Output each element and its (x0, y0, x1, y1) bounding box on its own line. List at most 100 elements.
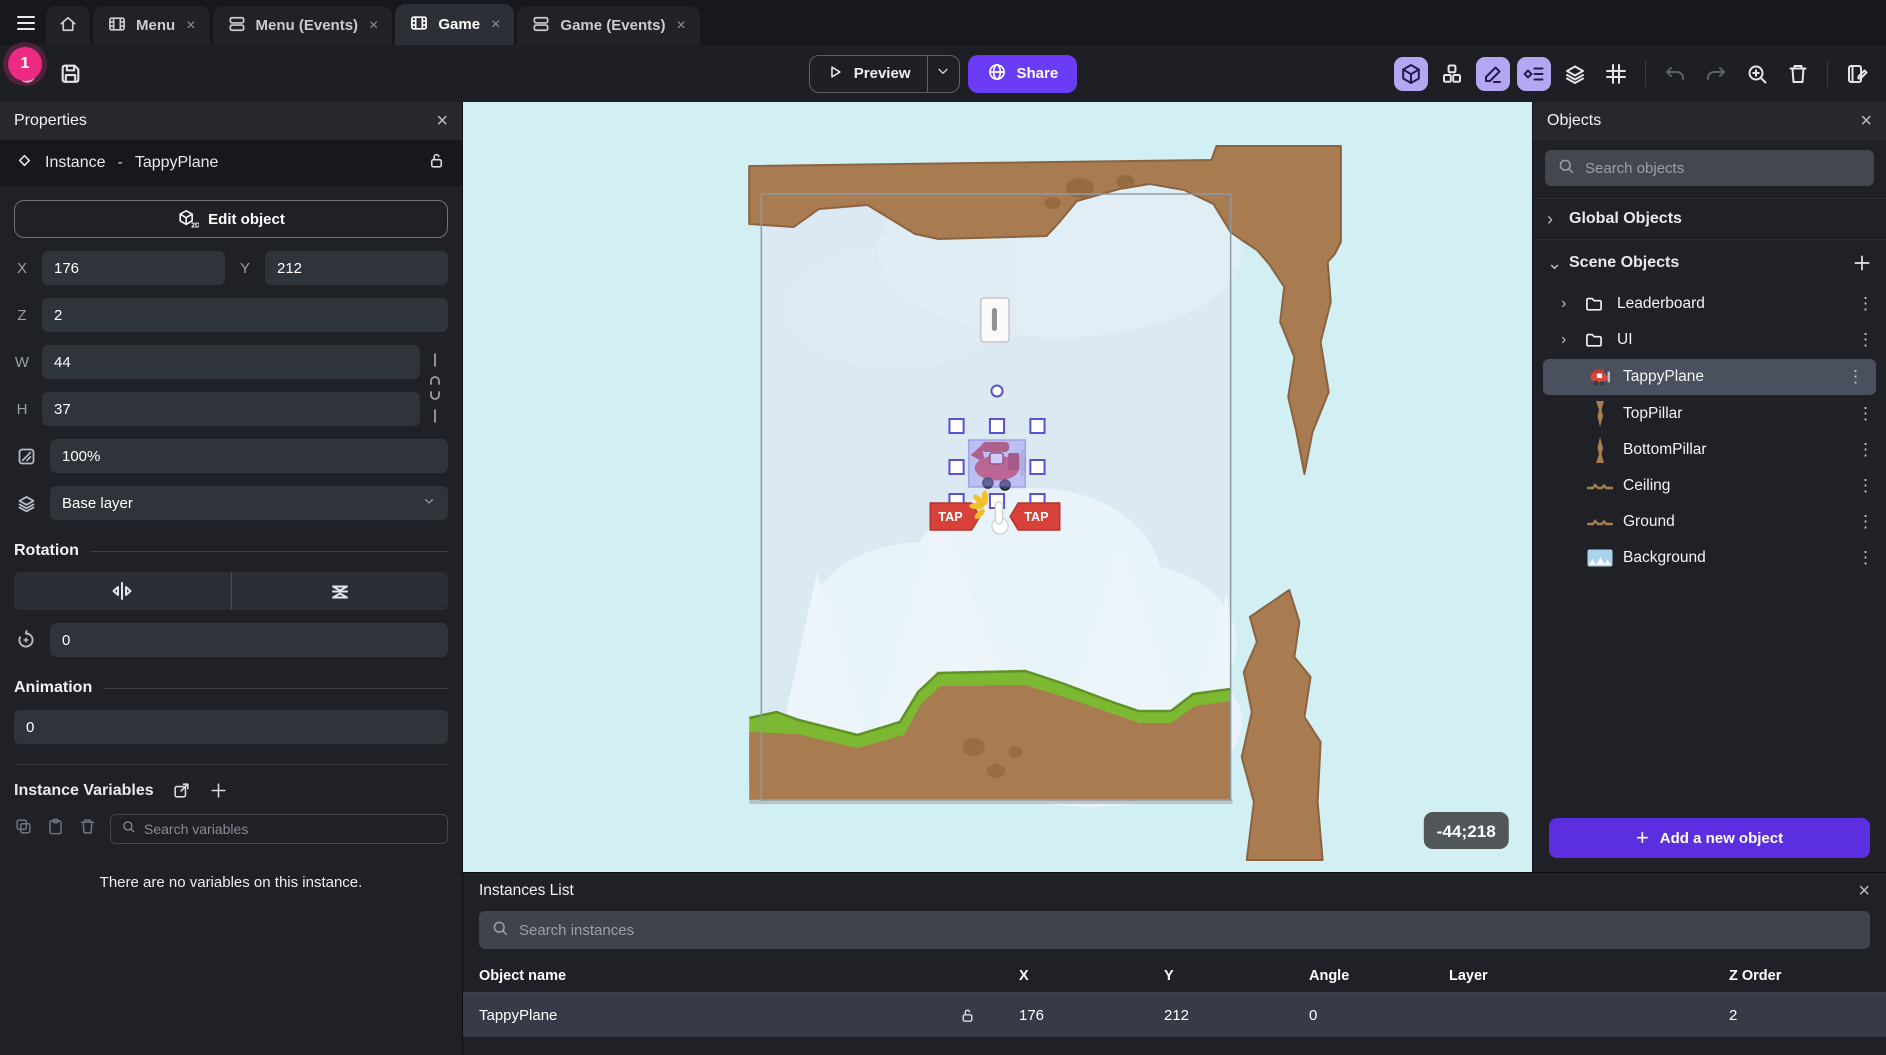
tab-game-scene[interactable]: Game × (395, 4, 514, 45)
toolbar-center: Preview Share (809, 55, 1077, 93)
paste-icon[interactable] (46, 817, 65, 841)
divider (14, 764, 448, 765)
kebab-menu-icon[interactable]: ⋮ (1857, 548, 1886, 568)
tab-label: Game (Events) (560, 17, 665, 34)
close-icon[interactable]: × (491, 16, 500, 34)
layers-button[interactable] (1558, 57, 1592, 91)
preview-button[interactable]: Preview (809, 55, 960, 93)
column-z-order[interactable]: Z Order (1729, 968, 1870, 984)
flip-horizontal-button[interactable] (14, 572, 232, 610)
scene-canvas[interactable]: TAP TAP (463, 102, 1532, 872)
tab-home[interactable] (46, 6, 90, 45)
save-button[interactable] (58, 61, 83, 86)
rotation-field[interactable] (50, 623, 448, 657)
kebab-menu-icon[interactable]: ⋮ (1857, 440, 1886, 460)
scene-editor-svg[interactable]: TAP TAP (463, 102, 1532, 872)
search-variables-input[interactable] (144, 821, 437, 837)
kebab-menu-icon[interactable]: ⋮ (1847, 367, 1876, 387)
global-objects-row[interactable]: › Global Objects (1533, 198, 1886, 240)
separator: - (117, 154, 122, 172)
open-variables-dialog-icon[interactable] (172, 781, 191, 800)
add-variable-icon[interactable] (209, 781, 228, 800)
object-item-bottompillar[interactable]: BottomPillar ⋮ (1533, 432, 1886, 468)
kebab-menu-icon[interactable]: ⋮ (1857, 404, 1886, 424)
trash-icon[interactable] (78, 817, 97, 841)
add-new-object-button[interactable]: + Add a new object (1549, 818, 1870, 858)
object-item-tappyplane[interactable]: TappyPlane ⋮ (1543, 359, 1876, 395)
rotate-handle[interactable] (991, 386, 1002, 397)
edit-mode-button[interactable] (1476, 57, 1510, 91)
close-icon[interactable]: × (676, 17, 685, 35)
y-field[interactable] (265, 251, 448, 285)
sync-button[interactable]: 1 (14, 61, 40, 87)
kebab-menu-icon[interactable]: ⋮ (1857, 512, 1886, 532)
kebab-menu-icon[interactable]: ⋮ (1857, 476, 1886, 496)
layer-select[interactable]: Base layer (50, 486, 448, 520)
close-icon[interactable]: × (186, 17, 195, 35)
lock-open-icon[interactable] (427, 151, 446, 175)
z-field[interactable] (42, 298, 448, 332)
column-y[interactable]: Y (1164, 968, 1309, 984)
copy-icon[interactable] (14, 817, 33, 841)
close-icon[interactable]: × (1860, 111, 1872, 131)
redo-button[interactable] (1699, 57, 1733, 91)
kebab-menu-icon[interactable]: ⋮ (1857, 330, 1886, 350)
x-field[interactable] (42, 251, 225, 285)
rotation-row (14, 623, 448, 657)
share-button[interactable]: Share (968, 55, 1078, 93)
lock-open-icon[interactable] (959, 1007, 1019, 1024)
height-field[interactable] (42, 392, 420, 426)
scene-icon (107, 14, 127, 38)
preview-dropdown-button[interactable] (927, 56, 959, 92)
zoom-in-button[interactable] (1740, 57, 1774, 91)
close-icon[interactable]: × (436, 111, 448, 131)
object-item-background[interactable]: Background ⋮ (1533, 540, 1886, 576)
edit-object-button[interactable]: 2D Edit object (14, 200, 448, 238)
scene-objects-row[interactable]: ⌄ Scene Objects (1533, 240, 1886, 286)
delete-button[interactable] (1781, 57, 1815, 91)
main-menu-icon[interactable] (6, 3, 46, 43)
table-row[interactable]: TappyPlane 176 212 0 2 (463, 993, 1886, 1037)
search-objects-input[interactable] (1585, 160, 1862, 177)
close-icon[interactable]: × (369, 17, 378, 35)
w-label: W (14, 354, 30, 371)
column-x[interactable]: X (1019, 968, 1164, 984)
globe-icon (987, 62, 1007, 86)
column-angle[interactable]: Angle (1309, 968, 1449, 984)
column-layer[interactable]: Layer (1449, 968, 1729, 984)
instance-properties-button[interactable] (1517, 57, 1551, 91)
grid-button[interactable] (1599, 57, 1633, 91)
plus-icon: + (1636, 825, 1649, 851)
object-folder-leaderboard[interactable]: › Leaderboard ⋮ (1533, 286, 1886, 322)
tab-game-events[interactable]: Game (Events) × (517, 6, 699, 45)
objects-blocks-button[interactable] (1435, 57, 1469, 91)
close-icon[interactable]: × (1858, 881, 1870, 901)
objects-panel: Objects × › Global Objects ⌄ (1532, 102, 1886, 872)
object-item-ground[interactable]: Ground ⋮ (1533, 504, 1886, 540)
toggle-3d-view-button[interactable] (1394, 57, 1428, 91)
width-field[interactable] (42, 345, 420, 379)
object-item-toppillar[interactable]: TopPillar ⋮ (1533, 396, 1886, 432)
tab-menu-scene[interactable]: Menu × (93, 6, 210, 45)
link-aspect-ratio-toggle[interactable] (424, 351, 446, 424)
tappy-plane-instance[interactable] (969, 440, 1026, 490)
object-label: Ground (1623, 513, 1675, 531)
scene-notes-button[interactable] (1840, 57, 1874, 91)
animation-field[interactable] (14, 710, 448, 744)
toolbar-divider (1827, 61, 1828, 87)
object-folder-ui[interactable]: › UI ⋮ (1533, 322, 1886, 358)
kebab-menu-icon[interactable]: ⋮ (1857, 294, 1886, 314)
object-item-ceiling[interactable]: Ceiling ⋮ (1533, 468, 1886, 504)
flip-vertical-button[interactable] (232, 572, 449, 610)
add-object-label: Add a new object (1660, 830, 1783, 847)
tab-menu-events[interactable]: Menu (Events) × (213, 6, 393, 45)
column-object-name[interactable]: Object name (479, 968, 1019, 984)
opacity-field[interactable] (50, 439, 448, 473)
layer-row: Base layer (14, 486, 448, 520)
search-instances-input[interactable] (519, 922, 1858, 939)
add-object-icon[interactable] (1852, 253, 1872, 273)
preview-button-main[interactable]: Preview (810, 56, 927, 92)
undo-button[interactable] (1658, 57, 1692, 91)
cursor-coordinates-badge: -44;218 (1424, 812, 1509, 849)
instance-name: TappyPlane (135, 154, 219, 172)
